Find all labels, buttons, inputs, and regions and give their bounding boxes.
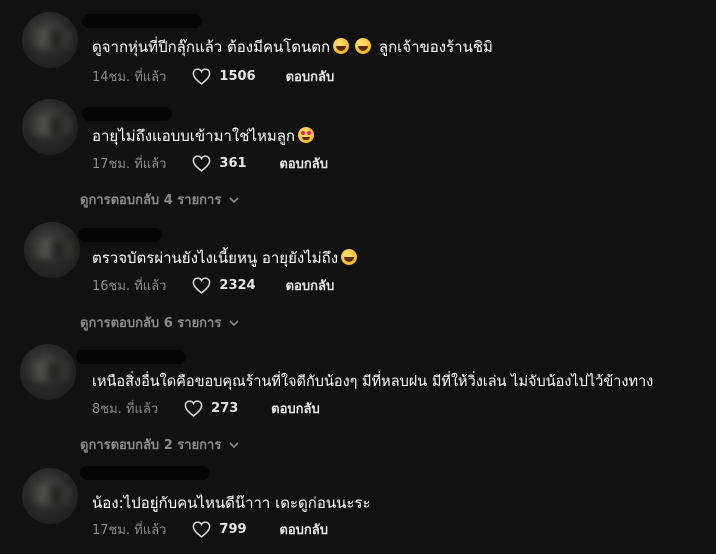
chevron-down-icon [229, 319, 239, 326]
username-redacted [76, 350, 186, 364]
heart-outline-icon[interactable] [184, 399, 203, 417]
heart-outline-icon[interactable] [192, 276, 211, 294]
comment-time: 14ชม. ที่แล้ว [92, 69, 167, 85]
comment-time: 16ชม. ที่แล้ว [92, 278, 167, 294]
comment-meta: 16ชม. ที่แล้ว 2324 ตอบกลับ [92, 275, 334, 295]
reply-button[interactable]: ตอบกลับ [271, 398, 320, 419]
comment-meta: 8ชม. ที่แล้ว 273 ตอบกลับ [92, 398, 320, 418]
avatar[interactable] [22, 99, 78, 155]
username-redacted [82, 14, 202, 28]
heart-eyes-emoji-icon [298, 127, 314, 143]
comment-meta: 14ชม. ที่แล้ว 1506 ตอบกลับ [92, 66, 334, 86]
comment-meta: 17ชม. ที่แล้ว 799 ตอบกลับ [92, 519, 328, 539]
avatar[interactable] [24, 222, 80, 278]
chevron-down-icon [229, 196, 239, 203]
comment-time: 17ชม. ที่แล้ว [92, 156, 167, 172]
view-replies-button[interactable]: ดูการตอบกลับ 4 รายการ [80, 189, 239, 210]
comment-text-main: ดูจากหุ่นที่ปีกลุ๊กแล้ว ต้องมีคนโดนตก [92, 38, 331, 56]
view-replies-button[interactable]: ดูการตอบกลับ 2 รายการ [80, 434, 239, 455]
heart-outline-icon[interactable] [192, 67, 211, 85]
comment-text: อายุไม่ถึงแอบบเข้ามาใช่ไหมลูก [92, 126, 317, 146]
comment-text-tail: ลูกเจ้าของร้านชิมิ [374, 38, 493, 56]
comment-text: ดูจากหุ่นที่ปีกลุ๊กแล้ว ต้องมีคนโดนตก ลู… [92, 37, 493, 57]
heart-outline-icon[interactable] [192, 520, 211, 538]
like-count: 273 [211, 400, 239, 416]
avatar[interactable] [20, 344, 76, 400]
avatar[interactable] [22, 468, 78, 524]
comment-text: ตรวจบัตรผ่านยังไงเนี้ยหนู อายุยังไม่ถึง [92, 248, 360, 268]
view-replies-button[interactable]: ดูการตอบกลับ 6 รายการ [80, 312, 239, 333]
username-redacted [80, 466, 210, 480]
comment-time: 17ชม. ที่แล้ว [92, 522, 167, 538]
grinning-squinting-emoji-icon [341, 249, 358, 265]
reply-button[interactable]: ตอบกลับ [279, 519, 328, 540]
reply-button[interactable]: ตอบกลับ [279, 153, 328, 174]
comment-meta: 17ชม. ที่แล้ว 361 ตอบกลับ [92, 153, 328, 173]
comment-text: น้อง:ไปอยู่กับคนไหนดีน๊าาา เดะดูก่อนนะระ [92, 493, 371, 513]
grinning-squinting-emoji-icon [355, 38, 372, 54]
comment-text: เหนือสิ่งอื่นใดคือขอบคุณร้านที่ใจดีกับน้… [92, 372, 653, 392]
comment-time: 8ชม. ที่แล้ว [92, 401, 159, 417]
avatar[interactable] [22, 12, 78, 68]
chevron-down-icon [229, 441, 239, 448]
view-replies-label: ดูการตอบกลับ 4 รายการ [80, 193, 222, 208]
like-count: 1506 [219, 68, 256, 84]
comment-text-main: เหนือสิ่งอื่นใดคือขอบคุณร้านที่ใจดีกับน้… [92, 374, 654, 390]
like-count: 361 [219, 155, 247, 171]
comment-text-main: อายุไม่ถึงแอบบเข้ามาใช่ไหมลูก [92, 127, 295, 145]
like-count: 799 [219, 521, 247, 537]
grinning-squinting-emoji-icon [333, 38, 350, 54]
reply-button[interactable]: ตอบกลับ [286, 275, 335, 296]
reply-button[interactable]: ตอบกลับ [286, 66, 335, 87]
view-replies-label: ดูการตอบกลับ 6 รายการ [80, 316, 222, 331]
username-redacted [78, 228, 162, 242]
username-redacted [82, 107, 172, 121]
heart-outline-icon[interactable] [192, 154, 211, 172]
comment-text-main: น้อง:ไปอยู่กับคนไหนดีน๊าาา เดะดูก่อนนะระ [92, 494, 371, 512]
comment-text-main: ตรวจบัตรผ่านยังไงเนี้ยหนู อายุยังไม่ถึง [92, 249, 339, 267]
view-replies-label: ดูการตอบกลับ 2 รายการ [80, 438, 222, 453]
like-count: 2324 [219, 277, 256, 293]
